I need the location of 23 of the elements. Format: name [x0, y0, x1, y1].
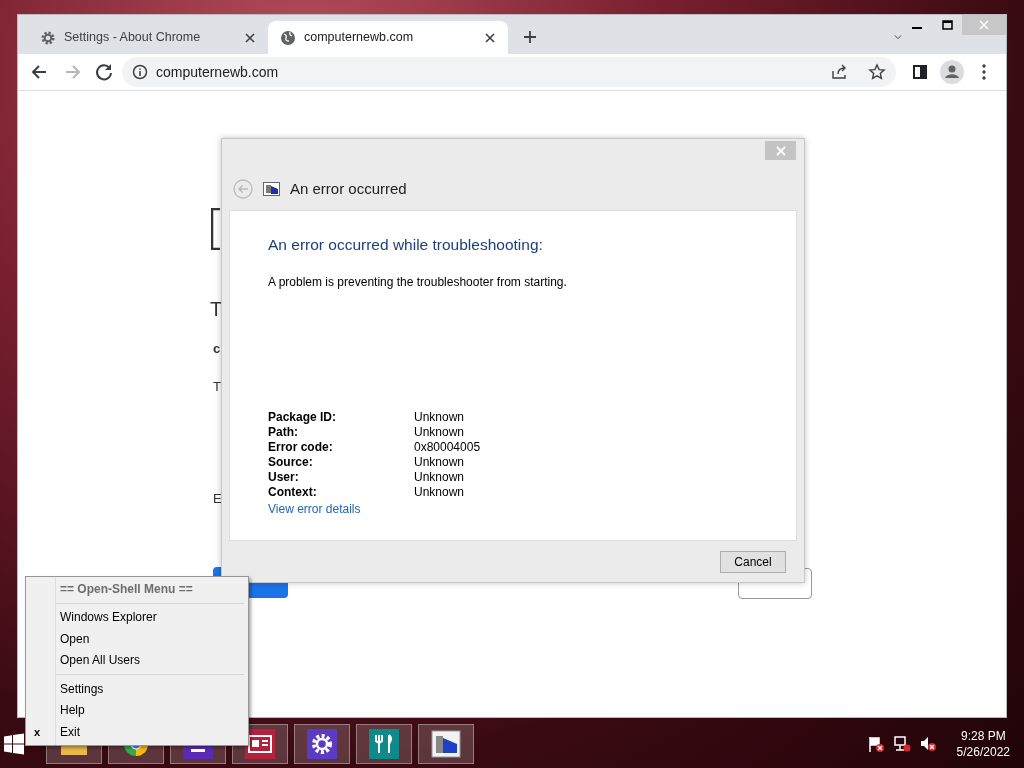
dialog-title: An error occurred [290, 179, 407, 199]
detail-label: User: [268, 470, 300, 485]
detail-value: Unknown [414, 410, 465, 424]
menu-header: == Open-Shell Menu == [60, 580, 193, 598]
detail-value: Unknown [414, 455, 465, 469]
error-message: A problem is preventing the troubleshooter from starting. [268, 273, 568, 291]
page-text: T [213, 378, 221, 396]
detail-value: Unknown [414, 425, 465, 439]
tab-title: Settings - About Chrome [64, 29, 202, 47]
error-heading: An error occurred while troubleshooting: [268, 234, 544, 255]
page-text: E [213, 490, 222, 508]
page-text: c [213, 340, 221, 358]
check-mark: x [34, 724, 41, 740]
detail-value: 0x80004005 [414, 440, 481, 454]
detail-label: Package ID: [268, 410, 338, 425]
detail-value: Unknown [414, 470, 465, 484]
tab-title: computernewb.com [304, 29, 415, 47]
page-text: T [210, 297, 223, 322]
detail-label: Source: [268, 455, 314, 470]
detail-label: Path: [268, 425, 299, 440]
detail-label: Error code: [268, 440, 334, 455]
detail-label: Context: [268, 485, 318, 500]
detail-value: Unknown [414, 485, 465, 499]
